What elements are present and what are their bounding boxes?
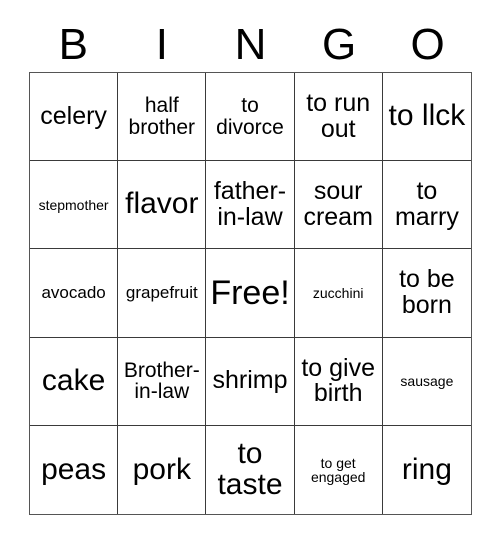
bingo-cell[interactable]: avocado — [30, 249, 119, 338]
bingo-cell-label: zucchini — [312, 284, 364, 301]
bingo-cell[interactable]: cake — [30, 337, 119, 426]
bingo-cell-label: peas — [41, 452, 107, 486]
bingo-cell[interactable]: Free! — [206, 249, 295, 338]
bingo-cell[interactable]: zucchini — [294, 249, 383, 338]
bingo-cell-label: stepmother — [38, 196, 109, 213]
bingo-cell-label: father-in-law — [213, 177, 287, 231]
bingo-cell-label: sour cream — [303, 177, 373, 231]
bingo-cell-label: to get engaged — [310, 454, 366, 485]
bingo-cell-label: sausage — [400, 373, 454, 390]
bingo-cell[interactable]: ring — [382, 425, 471, 514]
bingo-cell[interactable]: to taste — [206, 425, 295, 514]
bingo-header: B I N G O — [29, 18, 472, 72]
bingo-cell-label: to run out — [306, 89, 371, 143]
bingo-cell-label: ring — [401, 452, 452, 486]
bingo-cell-label: shrimp — [212, 366, 288, 395]
bingo-cell[interactable]: to marry — [382, 161, 471, 250]
bingo-cell[interactable]: to llck — [382, 73, 471, 162]
header-letter-n: N — [234, 20, 267, 69]
bingo-grid: celery half brother to divorce to run out to… — [29, 72, 472, 515]
bingo-cell-label: cake — [41, 363, 106, 397]
bingo-cell[interactable]: pork — [118, 425, 207, 514]
bingo-cell-label: Free! — [210, 273, 290, 312]
bingo-cell[interactable]: sour cream — [294, 161, 383, 250]
bingo-cell[interactable]: half brother — [118, 73, 207, 162]
bingo-cell-label: pork — [132, 452, 191, 486]
bingo-cell[interactable]: stepmother — [30, 161, 119, 250]
bingo-cell[interactable]: sausage — [382, 337, 471, 426]
bingo-card: B I N G O celery half brother to divorce to… — [0, 0, 500, 544]
bingo-cell[interactable]: shrimp — [206, 337, 295, 426]
header-letter-g: G — [321, 20, 357, 69]
header-letter-i: I — [155, 20, 168, 69]
bingo-cell[interactable]: grapefruit — [118, 249, 207, 338]
bingo-cell[interactable]: celery — [30, 73, 119, 162]
bingo-cell[interactable]: to get engaged — [294, 425, 383, 514]
bingo-cell-label: to be born — [399, 265, 455, 319]
bingo-cell[interactable]: peas — [30, 425, 119, 514]
header-letter-b: B — [58, 20, 88, 69]
bingo-cell-label: to taste — [217, 437, 283, 501]
bingo-cell[interactable]: Brother-in-law — [118, 337, 207, 426]
bingo-cell[interactable]: to give birth — [294, 337, 383, 426]
bingo-cell-label: celery — [40, 101, 107, 130]
header-letter-o: O — [410, 20, 445, 69]
bingo-cell[interactable]: flavor — [118, 161, 207, 250]
bingo-cell-label: flavor — [125, 187, 199, 221]
bingo-cell[interactable]: to run out — [294, 73, 383, 162]
bingo-cell-label: to marry — [394, 177, 459, 231]
bingo-cell-label: to give birth — [301, 353, 376, 408]
bingo-cell[interactable]: to be born — [382, 249, 471, 338]
bingo-cell-label: Brother-in-law — [123, 358, 200, 404]
bingo-cell[interactable]: father-in-law — [206, 161, 295, 250]
bingo-cell-label: avocado — [41, 283, 106, 303]
bingo-cell-label: to divorce — [216, 94, 284, 139]
bingo-cell-label: to llck — [388, 99, 466, 133]
bingo-cell-label: grapefruit — [125, 283, 198, 303]
bingo-cell[interactable]: to divorce — [206, 73, 295, 162]
bingo-cell-label: half brother — [128, 94, 196, 139]
